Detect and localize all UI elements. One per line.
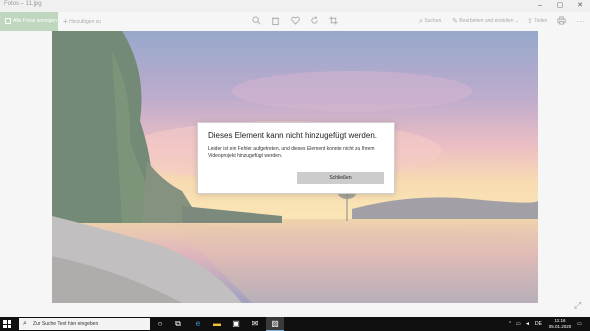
taskbar-clock[interactable]: 11:16 05.01.2020 (545, 318, 575, 330)
all-photos-button[interactable]: Alle Fotos anzeigen (0, 12, 58, 31)
close-dialog-button[interactable]: Schließen (297, 172, 384, 184)
fullscreen-expand-icon[interactable]: ⤢ (574, 300, 581, 311)
photos-app-icon: ▨ (271, 319, 279, 328)
network-icon[interactable]: ▭ (516, 319, 521, 329)
print-icon[interactable] (556, 16, 567, 27)
language-indicator[interactable]: DE (535, 319, 542, 329)
add-to-label: Hinzufügen zu (69, 19, 102, 25)
search-button[interactable]: ⌕ Suchen (419, 12, 441, 31)
more-icon[interactable]: ··· (575, 16, 586, 27)
clock-date: 05.01.2020 (548, 324, 572, 329)
mail-icon[interactable]: ✉ (250, 319, 260, 329)
edge-icon[interactable]: e (193, 319, 203, 329)
error-dialog: Dieses Element kann nicht hinzugefügt we… (197, 122, 395, 194)
maximize-button[interactable]: ▢ (550, 0, 570, 12)
dialog-message: Leider ist ein Fehler aufgetreten, und d… (208, 146, 375, 159)
share-button[interactable]: ⇪ Teilen (527, 12, 547, 31)
photos-icon (5, 18, 11, 24)
share-icon: ⇪ (527, 18, 533, 25)
favorite-icon[interactable] (290, 16, 301, 27)
cortana-icon[interactable]: ○ (155, 319, 165, 329)
task-view-icon[interactable]: ⧉ (173, 319, 183, 329)
zoom-icon[interactable] (251, 16, 262, 27)
file-explorer-icon[interactable]: ▬ (212, 319, 222, 329)
chevron-down-icon: ⌄ (514, 18, 520, 24)
search-label: Suchen (424, 18, 442, 24)
edit-create-label: Bearbeiten und erstellen (459, 18, 514, 24)
store-icon[interactable]: ▣ (231, 319, 241, 329)
edit-icon: ✎ (452, 18, 458, 25)
tray-chevron-icon[interactable]: ⌃ (508, 319, 512, 329)
search-icon: ⌕ (419, 18, 423, 25)
delete-icon[interactable] (270, 16, 281, 27)
minimize-button[interactable]: – (530, 0, 550, 12)
taskbar-search-box[interactable]: ⌕ Zur Suche Text hier eingeben (19, 318, 150, 330)
close-window-button[interactable]: ✕ (570, 0, 590, 12)
search-icon: ⌕ (23, 320, 27, 327)
crop-icon[interactable] (328, 16, 339, 27)
photos-app-taskbar-button[interactable]: ▨ (266, 317, 284, 331)
share-label: Teilen (534, 18, 548, 24)
windows-start-icon[interactable] (3, 320, 11, 328)
plus-icon: + (63, 17, 68, 26)
title-bar: Fotos – 11.jpg – ▢ ✕ (0, 0, 590, 12)
dialog-heading: Dieses Element kann nicht hinzugefügt we… (208, 131, 377, 140)
add-to-button[interactable]: + Hinzufügen zu (63, 12, 101, 31)
taskbar: ⌕ Zur Suche Text hier eingeben ○ ⧉ e ▬ ▣… (0, 317, 590, 331)
notification-icon[interactable]: ▭ (577, 319, 582, 329)
volume-icon[interactable]: ◄ (525, 319, 530, 329)
all-photos-label: Alle Fotos anzeigen (13, 18, 57, 24)
edit-create-button[interactable]: ✎ Bearbeiten und erstellen ⌄ (452, 12, 519, 31)
rotate-icon[interactable] (309, 16, 320, 27)
taskbar-search-placeholder: Zur Suche Text hier eingeben (33, 321, 99, 327)
toolbar: Alle Fotos anzeigen + Hinzufügen zu ⌕ Su… (0, 12, 590, 31)
window-title: Fotos – 11.jpg (4, 1, 42, 7)
